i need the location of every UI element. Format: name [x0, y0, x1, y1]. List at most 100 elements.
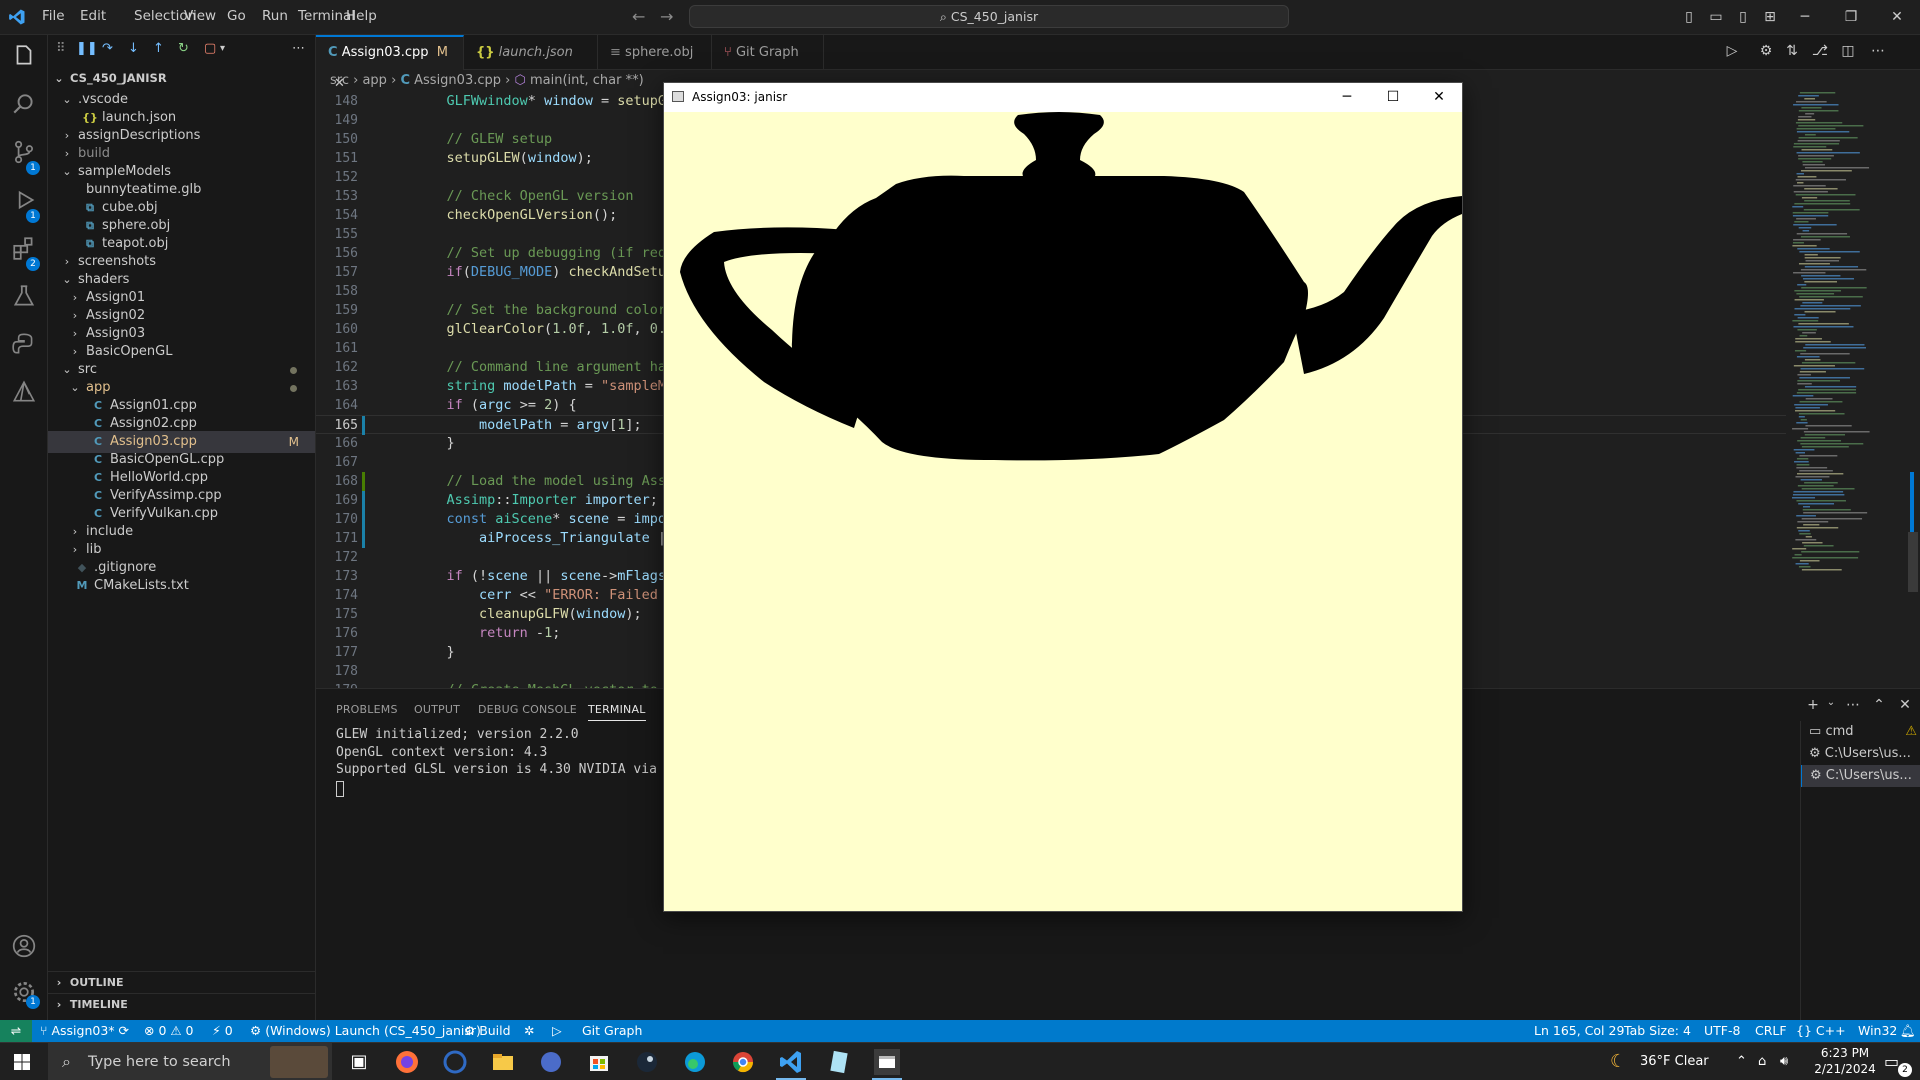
more-actions-icon[interactable]: ⋯: [292, 41, 305, 56]
terminal-item-task[interactable]: ⚙ C:\Users\us...: [1801, 743, 1920, 765]
menu-edit[interactable]: Edit: [80, 8, 106, 24]
breadcrumb-item[interactable]: app: [362, 73, 386, 88]
clock[interactable]: 6:23 PM 2/21/2024: [1805, 1045, 1885, 1077]
ports-count[interactable]: ⚡ 0: [212, 1020, 233, 1042]
restore-icon[interactable]: ❐: [1840, 6, 1862, 28]
tab-launch-json[interactable]: {} launch.json: [464, 35, 598, 70]
remote-indicator-icon[interactable]: ⇌: [0, 1020, 32, 1042]
terminal-item-cmd[interactable]: ▭ cmd ⚠: [1801, 721, 1920, 743]
more-actions-icon[interactable]: ⋯: [1868, 43, 1888, 63]
toggle-panel-icon[interactable]: ▭: [1705, 6, 1727, 28]
explorer-icon[interactable]: [11, 43, 37, 69]
chrome-icon[interactable]: [728, 1047, 758, 1077]
new-terminal-icon[interactable]: +: [1804, 697, 1822, 715]
vscode-taskbar-icon[interactable]: [776, 1047, 806, 1077]
pause-icon[interactable]: ❚❚: [76, 41, 98, 56]
chevron-up-icon[interactable]: ⌃: [1736, 1043, 1747, 1080]
volume-icon[interactable]: 🔊︎: [1780, 1043, 1788, 1080]
tab-problems[interactable]: PROBLEMS: [336, 703, 398, 716]
build-button[interactable]: ⚙ Build: [464, 1020, 511, 1042]
tab-debug-console[interactable]: DEBUG CONSOLE: [478, 703, 577, 716]
tab-assign03-cpp[interactable]: C Assign03.cpp M ✕: [316, 35, 464, 91]
close-icon[interactable]: ✕: [1886, 6, 1908, 28]
menu-file[interactable]: File: [42, 8, 65, 24]
firefox-icon[interactable]: [392, 1047, 422, 1077]
menu-run[interactable]: Run: [262, 8, 288, 24]
menu-help[interactable]: Help: [346, 8, 377, 24]
weather-text[interactable]: 36°F Clear: [1640, 1043, 1709, 1080]
minimap[interactable]: [1786, 92, 1902, 688]
notification-center-icon[interactable]: ▭: [1884, 1043, 1899, 1080]
python-icon[interactable]: [11, 331, 37, 357]
toggle-sidebar-icon[interactable]: ▯: [1678, 6, 1700, 28]
toggle-secondary-sidebar-icon[interactable]: ▯: [1732, 6, 1754, 28]
terminal-item-task[interactable]: ⚙ C:\Users\us...: [1801, 765, 1920, 787]
chevron-down-icon[interactable]: ⌄: [1822, 697, 1840, 715]
back-arrow-icon[interactable]: ←: [632, 7, 645, 26]
tree-file[interactable]: M CMakeLists.txt: [48, 575, 315, 597]
stop-icon[interactable]: ▢: [204, 41, 216, 56]
split-editor-icon[interactable]: ◫: [1838, 43, 1858, 63]
git-compare-icon[interactable]: ⎇: [1810, 43, 1830, 63]
menu-view[interactable]: View: [184, 8, 216, 24]
gear-icon[interactable]: ⚙: [1756, 43, 1776, 63]
breadcrumb-item[interactable]: src: [330, 73, 349, 88]
debug-bug-icon[interactable]: ✲: [524, 1020, 534, 1042]
vertical-scrollbar[interactable]: [1906, 92, 1920, 688]
scroll-thumb[interactable]: [1908, 532, 1918, 592]
debug-launch[interactable]: ⚙ (Windows) Launch (CS_450_janisr): [250, 1020, 481, 1042]
tab-output[interactable]: OUTPUT: [414, 703, 460, 716]
problems-count[interactable]: ⊗ 0 ⚠ 0: [144, 1020, 194, 1042]
git-branch[interactable]: ⑂ Assign03* ⟳: [40, 1020, 129, 1042]
forward-arrow-icon[interactable]: →: [660, 7, 673, 26]
breadcrumb-item[interactable]: Assign03.cpp: [414, 73, 501, 88]
step-into-icon[interactable]: ↓: [128, 41, 139, 56]
gl-app-taskbar-icon[interactable]: [872, 1047, 902, 1077]
outline-section[interactable]: › OUTLINE: [48, 971, 315, 993]
minimize-icon[interactable]: ─: [1794, 6, 1816, 28]
more-actions-icon[interactable]: ⋯: [1844, 697, 1862, 715]
tab-sphere-obj[interactable]: ≡ sphere.obj: [598, 35, 712, 70]
timeline-section[interactable]: › TIMELINE: [48, 993, 315, 1015]
file-explorer-icon[interactable]: [488, 1047, 518, 1077]
testing-flask-icon[interactable]: [11, 283, 37, 309]
git-graph-status[interactable]: Git Graph: [582, 1020, 642, 1042]
cursor-position[interactable]: Ln 165, Col 29: [1534, 1020, 1624, 1042]
steam-icon[interactable]: [632, 1047, 662, 1077]
notifications-bell-icon[interactable]: 🔔︎: [1900, 1020, 1916, 1042]
restart-icon[interactable]: ↻: [178, 41, 189, 56]
opengl-window-titlebar[interactable]: Assign03: janisr ─ ☐ ✕: [664, 83, 1462, 112]
eol[interactable]: CRLF: [1755, 1020, 1787, 1042]
edge-icon[interactable]: [680, 1047, 710, 1077]
weather-moon-icon[interactable]: ☾: [1610, 1043, 1626, 1080]
drag-handle-icon[interactable]: ⠿: [56, 41, 66, 56]
tab-size[interactable]: Tab Size: 4: [1624, 1020, 1691, 1042]
open-changes-icon[interactable]: ⇅: [1782, 43, 1802, 63]
maximize-panel-icon[interactable]: ⌃: [1870, 697, 1888, 715]
chevron-down-icon[interactable]: ▾: [220, 43, 225, 54]
encoding[interactable]: UTF-8: [1704, 1020, 1740, 1042]
maximize-icon[interactable]: ☐: [1370, 83, 1416, 112]
close-icon[interactable]: ✕: [1416, 83, 1462, 112]
menu-go[interactable]: Go: [227, 8, 246, 24]
close-panel-icon[interactable]: ✕: [1896, 697, 1914, 715]
account-icon[interactable]: [11, 933, 37, 959]
command-center[interactable]: ⌕ CS_450_janisr: [689, 5, 1289, 28]
minimize-icon[interactable]: ─: [1324, 83, 1370, 112]
teams-icon[interactable]: [536, 1047, 566, 1077]
taskbar-search[interactable]: ⌕ Type here to search: [48, 1043, 332, 1080]
explorer-root[interactable]: ⌄ CS_450_JANISR: [48, 67, 315, 89]
cmake-icon[interactable]: [11, 379, 37, 405]
breadcrumb-item[interactable]: main(int, char **): [530, 73, 644, 88]
run-icon[interactable]: ▷: [552, 1020, 562, 1042]
network-icon[interactable]: ⌂: [1758, 1043, 1766, 1080]
step-out-icon[interactable]: ↑: [153, 41, 164, 56]
tab-git-graph[interactable]: ⑂ Git Graph: [712, 35, 824, 70]
customize-layout-icon[interactable]: ⊞: [1759, 6, 1781, 28]
search-icon[interactable]: [11, 91, 37, 117]
run-debug-file-icon[interactable]: ▷: [1722, 43, 1742, 63]
notepad-icon[interactable]: [824, 1047, 854, 1077]
opengl-window[interactable]: Assign03: janisr ─ ☐ ✕: [663, 82, 1463, 912]
language-mode[interactable]: {} C++: [1796, 1020, 1846, 1042]
store-icon[interactable]: [584, 1047, 614, 1077]
